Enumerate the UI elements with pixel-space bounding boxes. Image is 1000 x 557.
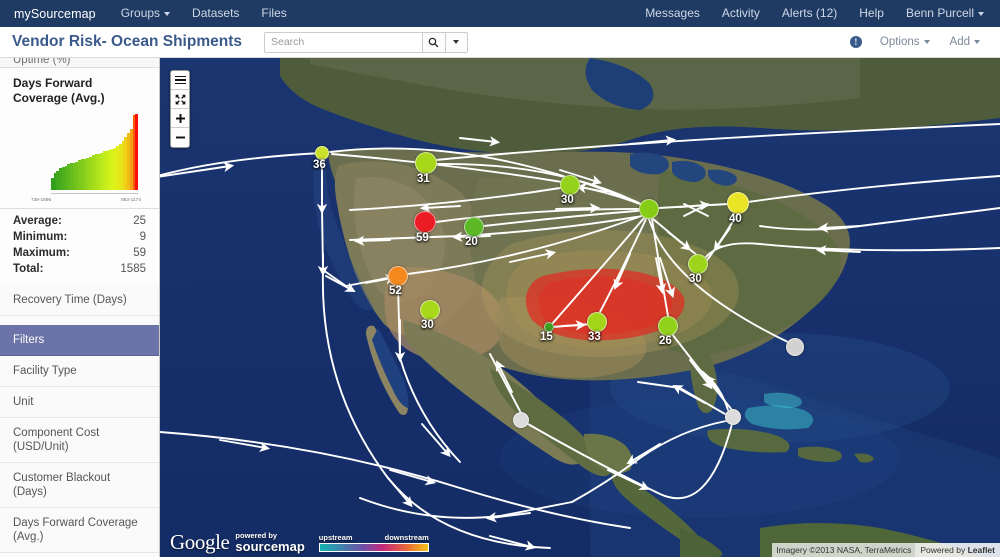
stat-label: Total:	[13, 263, 44, 275]
leaflet-attribution[interactable]: Powered by Leaflet	[915, 543, 1000, 557]
sidebar-item-facility-type[interactable]: Facility Type	[0, 356, 159, 387]
stat-label: Maximum:	[13, 247, 70, 259]
sidebar-menu-list: Filters Facility Type Unit Component Cost (…	[0, 325, 159, 557]
sidebar-item-component-cost-usd-unit[interactable]: Component Cost (USD/Unit)	[0, 418, 159, 463]
map-marker-m-30a[interactable]	[420, 300, 440, 320]
histogram-chart: 739-1596 863-1174	[13, 110, 146, 202]
plus-glyph	[175, 113, 185, 123]
map-marker-m-hub[interactable]	[639, 199, 659, 219]
sidebar-item-recovery-time-top[interactable]: Recovery Time (Days)	[0, 285, 159, 316]
sidebar-item-unit[interactable]: Unit	[0, 387, 159, 418]
add-menu-button[interactable]: Add	[940, 36, 990, 48]
fullscreen-icon[interactable]	[171, 90, 189, 109]
stat-value: 9	[139, 231, 146, 243]
map-marker-m-20[interactable]	[464, 217, 484, 237]
zoom-out-icon[interactable]	[171, 128, 189, 147]
map-marker-m-33[interactable]	[587, 312, 607, 332]
map-controls[interactable]	[170, 70, 190, 148]
stat-value: 59	[133, 247, 146, 259]
nav-item-files[interactable]: Files	[250, 0, 297, 27]
left-sidebar[interactable]: Uptime (%) Days Forward Coverage (Avg.) …	[0, 58, 160, 557]
info-icon[interactable]: !	[849, 36, 862, 48]
expand-arrows-glyph	[175, 94, 185, 104]
histogram-xtick-left: 739-1596	[31, 197, 52, 202]
chevron-down-icon	[978, 11, 984, 16]
map-marker-m-26[interactable]	[658, 316, 678, 336]
search-submit-button[interactable]	[421, 31, 445, 53]
search-bar	[263, 31, 468, 53]
map-marker-m-40[interactable]	[727, 192, 749, 214]
powered-by-text: Powered by	[920, 545, 968, 555]
search-input[interactable]	[263, 31, 422, 53]
options-label: Options	[879, 36, 920, 48]
user-name-label: Benn Purcell	[905, 6, 974, 20]
zoom-in-icon[interactable]	[171, 109, 189, 128]
map-attribution: Imagery ©2013 NASA, TerraMetrics Powered…	[772, 543, 1000, 557]
nav-item-help[interactable]: Help	[848, 0, 895, 27]
nav-item-alerts[interactable]: Alerts (12)	[771, 0, 848, 27]
sidebar-item-filters[interactable]: Filters	[0, 325, 159, 356]
stat-row-minimum: Minimum: 9	[13, 229, 146, 245]
stat-row-maximum: Maximum: 59	[13, 245, 146, 261]
stat-row-total: Total: 1585	[13, 261, 146, 277]
map-marker-m-31[interactable]	[415, 152, 437, 174]
imagery-attribution: Imagery ©2013 NASA, TerraMetrics	[772, 543, 916, 557]
histogram-bars	[51, 114, 138, 190]
histogram-bar	[135, 114, 138, 190]
sub-header: Vendor Risk- Ocean Shipments ! Options A…	[0, 27, 1000, 58]
map-marker-m-30b[interactable]	[560, 175, 580, 195]
stat-label: Average:	[13, 215, 62, 227]
sidebar-item-customer-blackout-days[interactable]: Customer Blackout (Days)	[0, 463, 159, 508]
search-options-dropdown-button[interactable]	[444, 31, 468, 53]
chevron-down-icon	[974, 39, 980, 44]
stat-label: Minimum:	[13, 231, 68, 243]
metric-stats: Average: 25 Minimum: 9 Maximum: 59 Total…	[0, 209, 159, 285]
map-marker-m-52[interactable]	[388, 266, 408, 286]
magnifier-icon	[429, 37, 439, 47]
page-title: Vendor Risk- Ocean Shipments	[12, 33, 242, 50]
map-marker-m-59[interactable]	[414, 211, 436, 233]
top-navbar: mySourcemap Groups Datasets Files Messag…	[0, 0, 1000, 27]
map-marker-m-30c[interactable]	[688, 254, 708, 274]
sidebar-item-uptime-clipped[interactable]: Uptime (%)	[0, 58, 159, 68]
metric-panel: Days Forward Coverage (Avg.) 739-1596 86…	[0, 68, 159, 209]
map-marker-m-15[interactable]	[544, 322, 554, 332]
stat-value: 25	[133, 215, 146, 227]
chevron-down-icon	[923, 39, 930, 44]
nav-item-groups[interactable]: Groups	[110, 0, 181, 27]
nav-item-activity[interactable]: Activity	[711, 0, 771, 27]
sidebar-item-inventory-dollars-avg[interactable]: Inventory Dollars (Avg.)	[0, 553, 159, 557]
nav-item-user-menu[interactable]: Benn Purcell	[895, 0, 1000, 27]
sidebar-item-clipped-partial[interactable]	[0, 316, 159, 325]
chevron-down-icon	[453, 40, 460, 44]
minus-glyph	[175, 136, 185, 139]
histogram-xtick-right: 863-1174	[121, 197, 141, 202]
sidebar-item-days-forward-coverage-avg[interactable]: Days Forward Coverage (Avg.)	[0, 508, 159, 553]
leaflet-link[interactable]: Leaflet	[968, 545, 995, 555]
map-marker-m-36[interactable]	[315, 146, 329, 160]
sub-header-actions: ! Options Add	[849, 36, 1000, 48]
app-root: mySourcemap Groups Datasets Files Messag…	[0, 0, 1000, 557]
stat-row-average: Average: 25	[13, 213, 146, 229]
brand-logo[interactable]: mySourcemap	[0, 7, 110, 21]
map-marker-m-gray2[interactable]	[513, 412, 529, 428]
nav-item-messages[interactable]: Messages	[634, 0, 711, 27]
map-marker-m-gray1[interactable]	[786, 338, 804, 356]
options-menu-button[interactable]: Options	[870, 36, 940, 48]
map-marker-m-gray3[interactable]	[725, 409, 741, 425]
histogram-axis-line	[51, 193, 138, 194]
layers-menu-icon[interactable]	[171, 71, 189, 90]
nav-item-datasets[interactable]: Datasets	[181, 0, 250, 27]
stat-value: 1585	[120, 263, 146, 275]
map-canvas[interactable]: 36 31 59 20 52 30 30 40 30 15 33 26 Google powered …	[160, 58, 1000, 557]
nav-item-groups-label: Groups	[120, 6, 161, 20]
hamburger-glyph	[174, 74, 186, 87]
map-graphics	[160, 58, 1000, 557]
chevron-down-icon	[164, 11, 171, 16]
add-label: Add	[949, 36, 970, 48]
metric-panel-title: Days Forward Coverage (Avg.)	[13, 76, 105, 105]
